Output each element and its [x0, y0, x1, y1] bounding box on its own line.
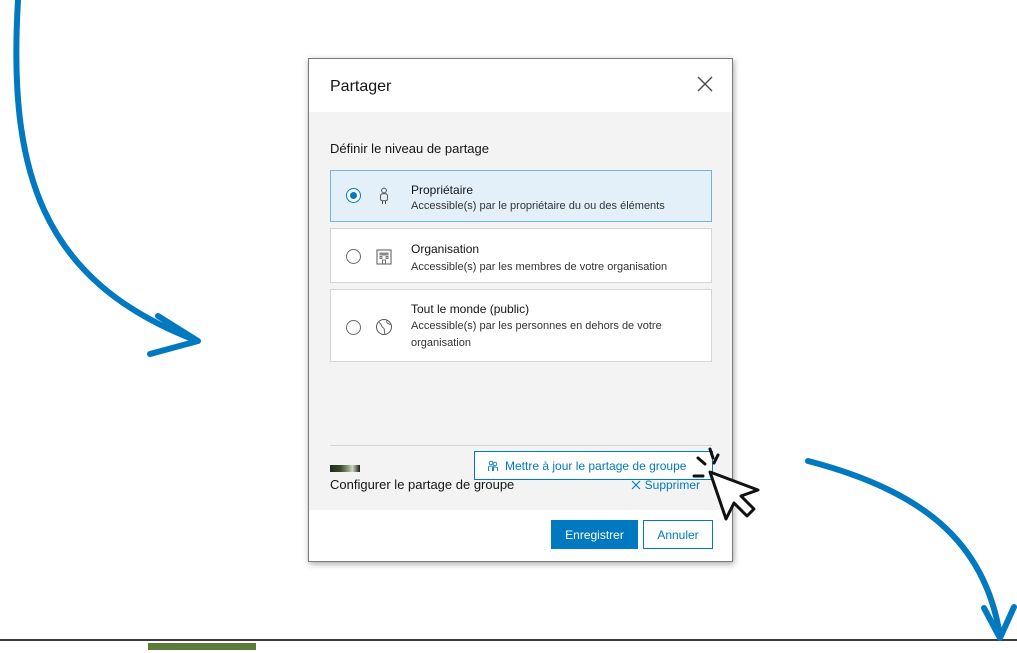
close-icon[interactable]	[696, 75, 714, 93]
globe-icon	[376, 319, 392, 335]
update-group-sharing-button[interactable]: Mettre à jour le partage de groupe	[474, 451, 713, 480]
option-organization-title: Organisation	[411, 242, 480, 256]
click-cursor-icon	[692, 447, 760, 521]
option-owner[interactable]: Propriétaire Accessible(s) par le propri…	[330, 170, 712, 222]
radio-public[interactable]	[346, 320, 361, 335]
option-organization[interactable]: Organisation Accessible(s) par les membr…	[330, 228, 712, 283]
update-group-sharing-label: Mettre à jour le partage de groupe	[505, 458, 687, 473]
close-icon	[631, 480, 641, 490]
option-organization-desc: Accessible(s) par les membres de votre o…	[411, 261, 668, 273]
radio-organization[interactable]	[346, 249, 361, 264]
building-icon	[376, 249, 392, 265]
share-dialog: Partager Définir le niveau de partage Pr…	[308, 58, 733, 562]
person-icon	[380, 187, 388, 204]
group-icon	[488, 460, 498, 471]
option-public-desc: Accessible(s) par les personnes en dehor…	[411, 320, 662, 349]
dialog-title: Partager	[330, 78, 392, 95]
group-thumbnail	[330, 465, 360, 472]
sharing-level-title: Définir le niveau de partage	[330, 141, 489, 156]
option-public-title: Tout le monde (public)	[411, 302, 530, 316]
divider	[330, 445, 712, 446]
dialog-header: Partager	[309, 59, 732, 112]
radio-owner[interactable]	[346, 188, 361, 203]
background-thumbnail	[148, 643, 256, 650]
option-public[interactable]: Tout le monde (public) Accessible(s) par…	[330, 289, 712, 362]
save-button[interactable]: Enregistrer	[551, 520, 638, 549]
option-owner-desc: Accessible(s) par le propriétaire du ou …	[411, 200, 665, 212]
option-owner-title: Propriétaire	[411, 183, 474, 197]
background-toolbar	[0, 639, 1017, 653]
